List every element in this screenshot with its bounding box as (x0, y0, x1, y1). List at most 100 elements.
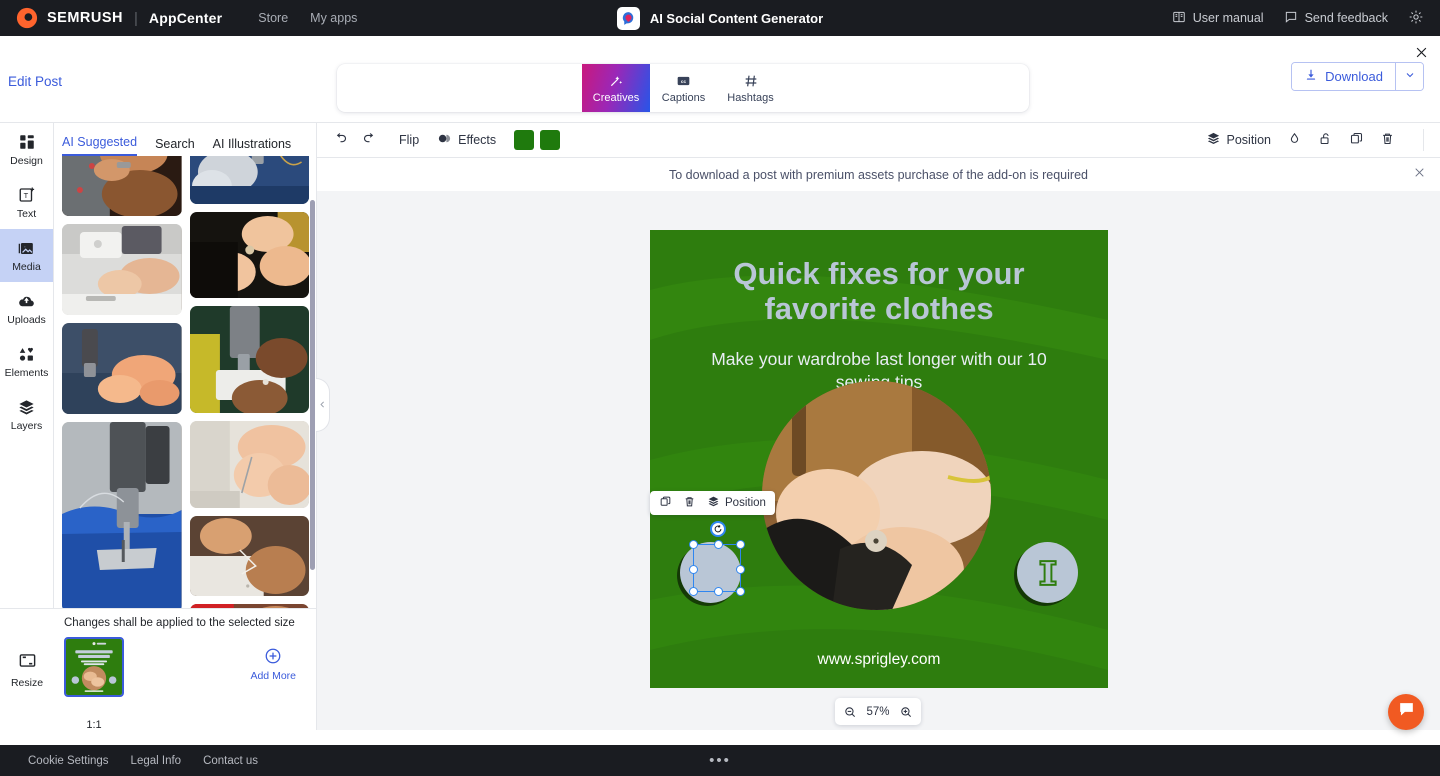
color-swatch-secondary[interactable] (540, 130, 560, 150)
sidebar-item-layers[interactable]: Layers (0, 388, 53, 441)
selection-handle-e[interactable] (736, 565, 745, 574)
redo-button[interactable] (362, 131, 377, 149)
download-dropdown-button[interactable] (1395, 63, 1423, 90)
media-thumb-hands-stitching-white-cloth[interactable] (190, 516, 310, 596)
delete-selection-button[interactable] (683, 495, 696, 511)
footer-link-legal-info[interactable]: Legal Info (131, 755, 182, 767)
media-thumb-hands-sewing-denim-closeup[interactable] (62, 323, 182, 414)
flip-button[interactable]: Flip (399, 133, 419, 147)
media-grid-column-right (190, 156, 310, 660)
sidebar-item-resize[interactable]: Resize (0, 608, 54, 730)
selection-handle-nw[interactable] (689, 540, 698, 549)
sidebar-item-design[interactable]: Design (0, 123, 53, 176)
media-thumb-sewing-machine-needle-blue-fabric[interactable] (62, 422, 182, 612)
add-more-size-button[interactable]: Add More (250, 637, 306, 682)
book-icon (1172, 10, 1186, 27)
opacity-button[interactable] (1287, 131, 1302, 149)
close-icon (1414, 45, 1429, 65)
media-tab-ai-illustrations[interactable]: AI Illustrations (213, 137, 292, 156)
flip-button-label: Flip (399, 133, 419, 147)
delete-button[interactable] (1380, 131, 1395, 149)
media-thumb-hands-sewing-machine-yellow-tape[interactable] (190, 306, 310, 413)
position-selection-button[interactable]: Position (707, 495, 766, 511)
media-thumb-hand-holding-needle-white-cloth[interactable] (190, 421, 310, 508)
media-thumb-hands-repairing-polka-dot-garment[interactable] (62, 156, 182, 216)
position-button[interactable]: Position (1206, 131, 1271, 149)
download-button-group: Download (1291, 62, 1424, 91)
footer-link-contact-us[interactable]: Contact us (203, 755, 258, 767)
chat-support-button[interactable] (1388, 694, 1424, 730)
selection-handle-se[interactable] (736, 587, 745, 596)
brand-divider: | (134, 10, 138, 27)
download-button[interactable]: Download (1292, 63, 1395, 90)
chat-icon (1397, 700, 1416, 724)
media-thumb-hands-on-white-sewing-machine[interactable] (62, 224, 182, 315)
sidebar-item-elements[interactable]: Elements (0, 335, 53, 388)
edit-post-link[interactable]: Edit Post (8, 74, 62, 89)
artboard[interactable]: Quick fixes for your favorite clothes Ma… (650, 230, 1108, 688)
media-tab-ai-suggested[interactable]: AI Suggested (62, 135, 137, 156)
trash-icon (1380, 131, 1395, 149)
toolbar-divider (1423, 129, 1424, 151)
layers-icon (1206, 131, 1221, 149)
cloud-upload-icon (17, 291, 36, 311)
send-feedback-button[interactable]: Send feedback (1284, 10, 1388, 27)
media-thumb-hands-attaching-button-black-fabric[interactable] (190, 212, 310, 298)
footer: Cookie Settings Legal Info Contact us ••… (0, 745, 1440, 776)
tab-hashtags[interactable]: Hashtags (717, 64, 784, 112)
zoom-level-label: 57% (866, 706, 889, 718)
footer-more-options[interactable]: ••• (709, 752, 731, 769)
sidebar-item-resize-label: Resize (11, 677, 43, 689)
selection-bounding-box[interactable] (693, 544, 741, 592)
settings-button[interactable] (1408, 9, 1424, 28)
editor-header: Edit Post Creatives cc (0, 36, 1440, 123)
footer-link-cookie-settings[interactable]: Cookie Settings (28, 755, 109, 767)
artboard-headline: Quick fixes for your favorite clothes (680, 256, 1078, 326)
user-manual-button[interactable]: User manual (1172, 10, 1264, 27)
selection-handle-ne[interactable] (736, 540, 745, 549)
close-editor-button[interactable] (1410, 44, 1432, 66)
media-panel-scrollbar[interactable] (310, 200, 315, 570)
zoom-out-button[interactable] (843, 705, 857, 719)
duplicate-selection-button[interactable] (659, 495, 672, 511)
sidebar-item-elements-label: Elements (5, 367, 49, 379)
layers-icon (707, 495, 720, 511)
artboard-badge-right[interactable] (1017, 542, 1078, 603)
tab-captions[interactable]: cc Captions (650, 64, 717, 112)
opacity-droplet-icon (1287, 131, 1302, 149)
panel-collapse-button[interactable] (316, 378, 330, 432)
nav-link-my-apps[interactable]: My apps (310, 11, 357, 25)
size-panel-note: Changes shall be applied to the selected… (64, 617, 306, 629)
selection-handle-n[interactable] (714, 540, 723, 549)
media-thumb-hands-sewing-machine-blue-denim[interactable] (190, 156, 310, 204)
lock-button[interactable] (1318, 131, 1333, 149)
selection-handle-w[interactable] (689, 565, 698, 574)
appcenter-text: AppCenter (149, 10, 222, 26)
top-nav-links: Store My apps (258, 11, 357, 25)
sidebar-item-uploads[interactable]: Uploads (0, 282, 53, 335)
add-more-label: Add More (250, 670, 296, 682)
effects-icon (437, 131, 452, 149)
zoom-in-button[interactable] (899, 705, 913, 719)
selection-handle-sw[interactable] (689, 587, 698, 596)
selection-rotate-handle[interactable] (710, 521, 726, 537)
sidebar-item-text[interactable]: T Text (0, 176, 53, 229)
undo-button[interactable] (333, 131, 348, 149)
selection-handle-s[interactable] (714, 587, 723, 596)
effects-button[interactable]: Effects (437, 131, 496, 149)
nav-link-store[interactable]: Store (258, 11, 288, 25)
app-logo-icon (617, 7, 640, 30)
media-tab-search[interactable]: Search (155, 137, 195, 156)
tab-creatives[interactable]: Creatives (582, 64, 650, 112)
left-tool-rail: Design T Text Media (0, 123, 54, 730)
effects-button-label: Effects (458, 133, 496, 147)
duplicate-button[interactable] (1349, 131, 1364, 149)
size-thumbnail-1-1[interactable] (64, 637, 124, 697)
sidebar-item-layers-label: Layers (11, 420, 43, 432)
semrush-logo[interactable]: SEMRUSH | AppCenter (16, 7, 222, 29)
tab-creatives-label: Creatives (593, 92, 639, 104)
sidebar-item-media[interactable]: Media (0, 229, 53, 282)
color-swatch-primary[interactable] (514, 130, 534, 150)
artboard-photo[interactable] (762, 381, 991, 610)
notice-close-button[interactable] (1413, 166, 1426, 183)
